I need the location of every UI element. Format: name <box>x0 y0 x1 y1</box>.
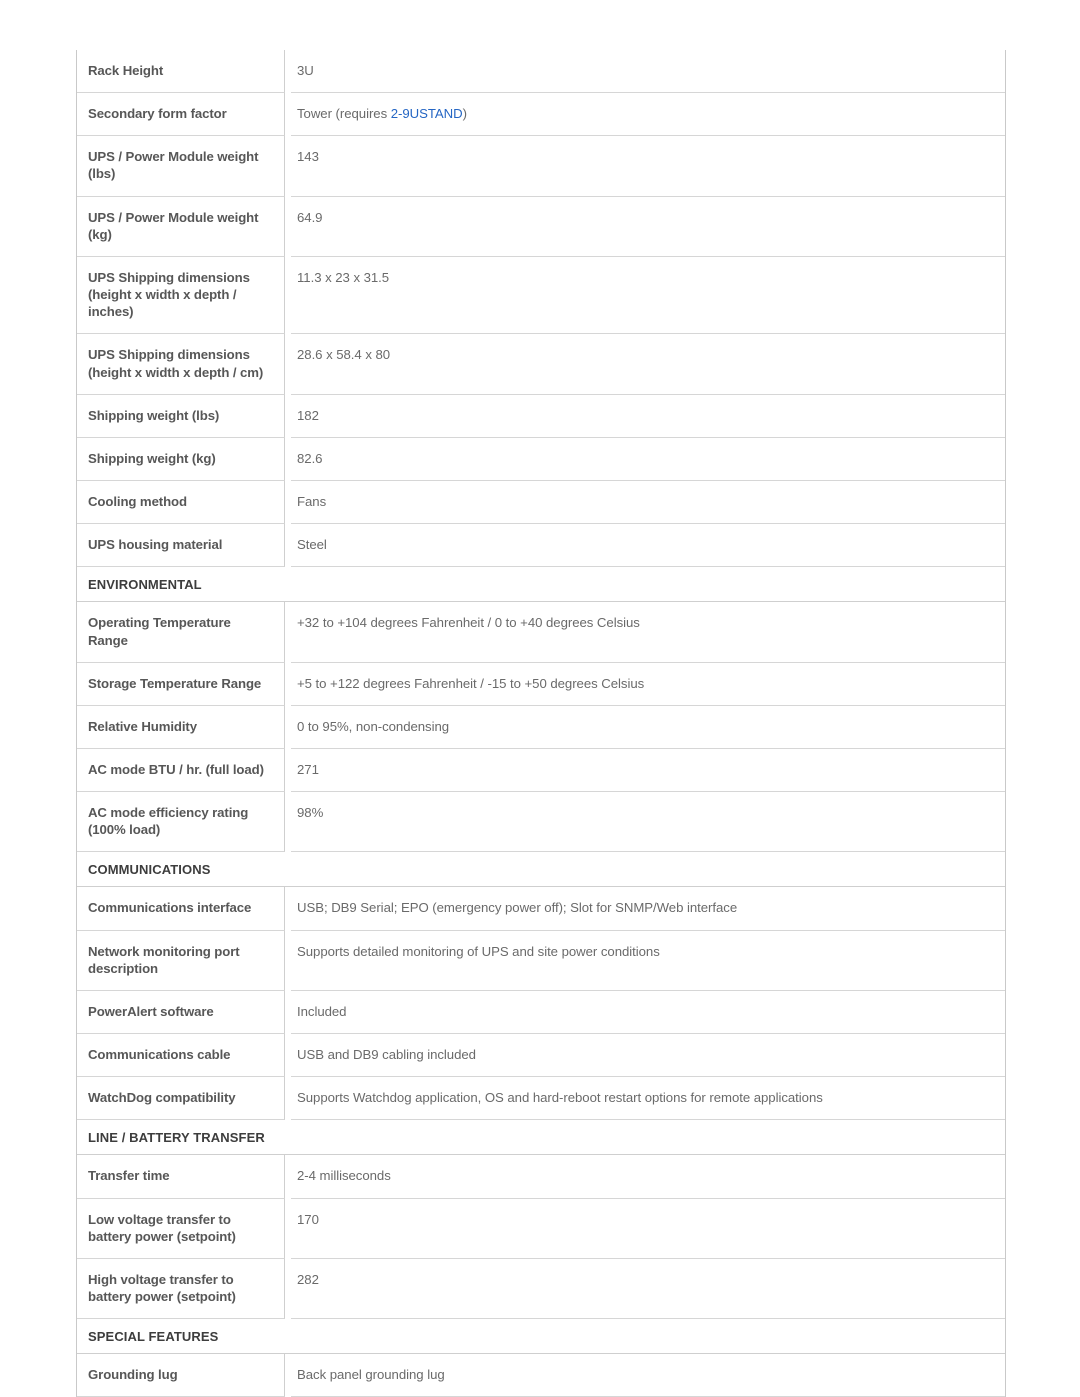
spec-value: 64.9 <box>291 197 1005 257</box>
spec-row: Grounding lug Back panel grounding lug <box>77 1354 1005 1397</box>
spec-label: Transfer time <box>77 1155 285 1199</box>
spec-row: UPS / Power Module weight (kg) 64.9 <box>77 196 1005 257</box>
spec-value: Supports Watchdog application, OS and ha… <box>291 1077 1005 1121</box>
spec-row: UPS Shipping dimensions (height x width … <box>77 256 1005 335</box>
spec-label: Shipping weight (kg) <box>77 437 285 482</box>
spec-row: Rack Height 3U <box>77 50 1005 94</box>
spec-label: AC mode efficiency rating (100% load) <box>77 792 285 853</box>
spec-label: PowerAlert software <box>77 990 285 1035</box>
spec-label: Communications cable <box>77 1034 285 1078</box>
spec-label: UPS / Power Module weight (lbs) <box>77 136 285 197</box>
spec-label: Storage Temperature Range <box>77 662 285 706</box>
spec-value: 28.6 x 58.4 x 80 <box>291 334 1005 395</box>
specification-page: Rack Height 3U Secondary form factor Tower … <box>0 0 1080 1397</box>
spec-row: Low voltage transfer to battery power (s… <box>77 1198 1005 1259</box>
section-title: ENVIRONMENTAL <box>77 567 1005 603</box>
section-header-row: ENVIRONMENTAL <box>77 567 1005 603</box>
spec-row: Secondary form factor Tower (requires 2-9… <box>77 93 1005 137</box>
spec-row: UPS housing material Steel <box>77 524 1005 568</box>
spec-row: Transfer time 2-4 milliseconds <box>77 1155 1005 1199</box>
spec-value: 282 <box>291 1259 1005 1320</box>
spec-value: Back panel grounding lug <box>291 1354 1005 1397</box>
spec-value: 143 <box>291 136 1005 197</box>
spec-value: 3U <box>291 50 1005 94</box>
spec-label: AC mode BTU / hr. (full load) <box>77 748 285 793</box>
spec-value: +32 to +104 degrees Fahrenheit / 0 to +4… <box>291 602 1005 663</box>
spec-value: 11.3 x 23 x 31.5 <box>291 257 1005 335</box>
spec-row: Relative Humidity 0 to 95%, non-condensin… <box>77 705 1005 749</box>
spec-value: Steel <box>291 524 1005 568</box>
spec-row: UPS / Power Module weight (lbs) 143 <box>77 136 1005 197</box>
spec-value: Included <box>291 991 1005 1035</box>
spec-row: AC mode efficiency rating (100% load) 98% <box>77 792 1005 853</box>
spec-value: 271 <box>291 749 1005 793</box>
spec-label: Grounding lug <box>77 1354 285 1397</box>
section-title: SPECIAL FEATURES <box>77 1319 1005 1355</box>
spec-row: WatchDog compatibility Supports Watchdog … <box>77 1077 1005 1121</box>
section-header-row: SPECIAL FEATURES <box>77 1319 1005 1355</box>
spec-value: Supports detailed monitoring of UPS and … <box>291 931 1005 991</box>
spec-row: Shipping weight (kg) 82.6 <box>77 437 1005 482</box>
spec-value-link[interactable]: 2-9USTAND <box>391 106 463 121</box>
spec-label: UPS housing material <box>77 524 285 568</box>
spec-value: +5 to +122 degrees Fahrenheit / -15 to +… <box>291 663 1005 706</box>
spec-value: 0 to 95%, non-condensing <box>291 706 1005 749</box>
spec-label: WatchDog compatibility <box>77 1077 285 1121</box>
spec-value: 98% <box>291 792 1005 853</box>
spec-label: Communications interface <box>77 887 285 931</box>
spec-value: 82.6 <box>291 438 1005 482</box>
section-title: LINE / BATTERY TRANSFER <box>77 1120 1005 1156</box>
spec-value: 182 <box>291 395 1005 438</box>
spec-value: Tower (requires 2-9USTAND) <box>291 93 1005 137</box>
spec-value: USB; DB9 Serial; EPO (emergency power of… <box>291 887 1005 931</box>
spec-value-text-tail: ) <box>462 106 467 122</box>
spec-label: Secondary form factor <box>77 93 285 137</box>
spec-row: Communications interface USB; DB9 Serial;… <box>77 887 1005 931</box>
spec-row: Storage Temperature Range +5 to +122 degr… <box>77 662 1005 706</box>
spec-value-text: Tower (requires <box>297 106 391 122</box>
spec-row: Operating Temperature Range +32 to +104 d… <box>77 602 1005 663</box>
spec-label: Cooling method <box>77 481 285 525</box>
spec-row: PowerAlert software Included <box>77 990 1005 1035</box>
section-title: COMMUNICATIONS <box>77 852 1005 888</box>
spec-value: USB and DB9 cabling included <box>291 1034 1005 1078</box>
spec-row: UPS Shipping dimensions (height x width … <box>77 334 1005 395</box>
spec-label: Operating Temperature Range <box>77 602 285 663</box>
spec-value: 170 <box>291 1199 1005 1259</box>
spec-row: Network monitoring port description Suppo… <box>77 930 1005 991</box>
spec-label: UPS / Power Module weight (kg) <box>77 196 285 257</box>
spec-label: UPS Shipping dimensions (height x width … <box>77 256 285 335</box>
spec-value: Fans <box>291 481 1005 525</box>
spec-label: UPS Shipping dimensions (height x width … <box>77 334 285 395</box>
spec-row: Cooling method Fans <box>77 481 1005 525</box>
spec-label: Low voltage transfer to battery power (s… <box>77 1198 285 1259</box>
spec-label: Relative Humidity <box>77 705 285 749</box>
spec-row: High voltage transfer to battery power (… <box>77 1258 1005 1320</box>
spec-label: Rack Height <box>77 50 285 94</box>
specifications-table: Rack Height 3U Secondary form factor Tower … <box>76 50 1006 1397</box>
spec-row: Communications cable USB and DB9 cabling … <box>77 1034 1005 1078</box>
spec-row: AC mode BTU / hr. (full load) 271 <box>77 748 1005 793</box>
spec-label: Network monitoring port description <box>77 930 285 991</box>
spec-label: Shipping weight (lbs) <box>77 394 285 438</box>
section-header-row: COMMUNICATIONS <box>77 852 1005 888</box>
spec-row: Shipping weight (lbs) 182 <box>77 394 1005 438</box>
section-header-row: LINE / BATTERY TRANSFER <box>77 1120 1005 1156</box>
spec-label: High voltage transfer to battery power (… <box>77 1258 285 1320</box>
spec-value: 2-4 milliseconds <box>291 1155 1005 1199</box>
